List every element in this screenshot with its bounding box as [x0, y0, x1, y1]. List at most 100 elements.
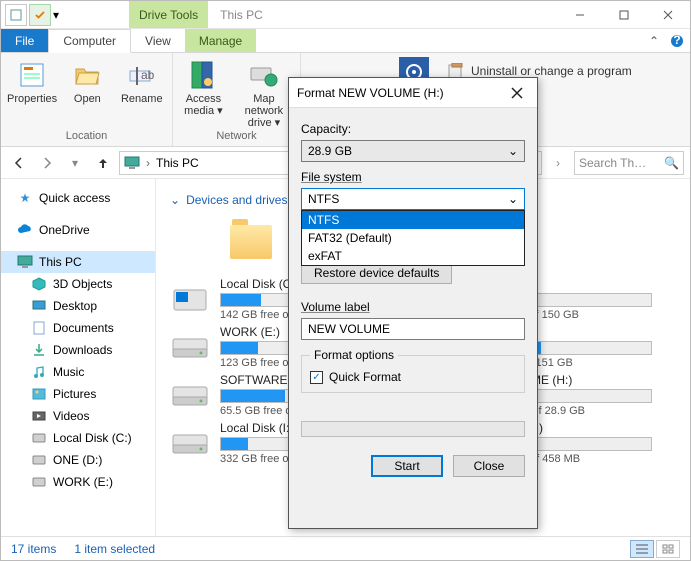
status-item-count: 17 items [11, 542, 56, 556]
filesystem-label: File system [301, 170, 525, 184]
status-selection: 1 item selected [74, 542, 155, 556]
hdd-icon [170, 428, 210, 458]
music-icon [31, 364, 47, 380]
format-options-legend: Format options [310, 348, 398, 362]
search-box[interactable]: Search Th… 🔍 [574, 151, 684, 175]
tree-documents[interactable]: Documents [1, 317, 155, 339]
tree-work-e[interactable]: WORK (E:) [1, 471, 155, 493]
tab-view[interactable]: View [131, 29, 185, 52]
pc-icon [17, 254, 33, 270]
breadcrumb-thispc[interactable]: This PC [156, 156, 199, 170]
fs-option-ntfs[interactable]: NTFS [302, 211, 524, 229]
format-options-group: Format options ✓ Quick Format [301, 348, 525, 393]
qat-checked-button[interactable] [29, 4, 51, 26]
close-button[interactable]: Close [453, 455, 525, 477]
ribbon-group-network-label: Network [179, 130, 294, 142]
quick-format-checkbox[interactable]: ✓ Quick Format [310, 370, 516, 384]
view-large-button[interactable] [656, 540, 680, 558]
tab-manage[interactable]: Manage [185, 29, 256, 52]
chevron-down-icon: ⌄ [508, 144, 518, 158]
cube-icon [31, 276, 47, 292]
tree-local-c[interactable]: Local Disk (C:) [1, 427, 155, 449]
open-icon [71, 59, 103, 91]
filesystem-dropdown: NTFS FAT32 (Default) exFAT [301, 210, 525, 266]
tree-quick-access[interactable]: ★Quick access [1, 187, 155, 209]
ribbon-properties[interactable]: Properties [7, 57, 57, 105]
tree-music[interactable]: Music [1, 361, 155, 383]
close-button[interactable] [646, 1, 690, 28]
quick-access-toolbar: ▾ [1, 1, 65, 28]
view-details-button[interactable] [630, 540, 654, 558]
nav-back[interactable] [7, 151, 31, 175]
status-bar: 17 items 1 item selected [1, 536, 690, 560]
tab-computer[interactable]: Computer [48, 29, 131, 53]
dialog-close-button[interactable] [505, 81, 529, 105]
dialog-title: Format NEW VOLUME (H:) [297, 86, 505, 100]
qat-properties-button[interactable] [5, 4, 27, 26]
tab-file[interactable]: File [1, 29, 48, 52]
fs-option-exfat[interactable]: exFAT [302, 247, 524, 265]
dialog-titlebar: Format NEW VOLUME (H:) [289, 78, 537, 108]
hdd-icon [31, 430, 47, 446]
minimize-button[interactable] [558, 1, 602, 28]
chevron-down-icon: ⌄ [508, 192, 518, 206]
downloads-icon [31, 342, 47, 358]
star-icon: ★ [17, 190, 33, 206]
start-button[interactable]: Start [371, 455, 443, 477]
volume-label-label: Volume label [301, 300, 525, 314]
fs-option-fat32[interactable]: FAT32 (Default) [302, 229, 524, 247]
tree-pictures[interactable]: Pictures [1, 383, 155, 405]
svg-text:?: ? [673, 34, 680, 47]
title-bar: ▾ Drive Tools This PC [1, 1, 690, 29]
nav-recent[interactable]: ▾ [63, 151, 87, 175]
folder-icon[interactable] [230, 225, 272, 259]
help-button[interactable]: ? [664, 29, 690, 52]
search-icon: 🔍 [664, 156, 679, 170]
chevron-right-icon: › [146, 156, 150, 170]
properties-icon [16, 59, 48, 91]
progress-bar [301, 421, 525, 437]
tree-videos[interactable]: Videos [1, 405, 155, 427]
search-placeholder: Search Th… [579, 156, 646, 170]
tree-downloads[interactable]: Downloads [1, 339, 155, 361]
ribbon-open[interactable]: Open [63, 57, 111, 105]
svg-text:ab: ab [141, 68, 155, 82]
tree-one-d[interactable]: ONE (D:) [1, 449, 155, 471]
ribbon-rename[interactable]: ab Rename [118, 57, 166, 105]
window-title: This PC [208, 1, 558, 28]
maximize-button[interactable] [602, 1, 646, 28]
contextual-tab-label: Drive Tools [129, 1, 208, 28]
ribbon-map-network[interactable]: Map network drive ▾ [234, 57, 294, 129]
hdd-icon [170, 380, 210, 410]
capacity-select[interactable]: 28.9 GB ⌄ [301, 140, 525, 162]
window-controls [558, 1, 690, 28]
hdd-icon [170, 284, 210, 314]
documents-icon [31, 320, 47, 336]
nav-up[interactable] [91, 151, 115, 175]
network-drive-icon [248, 59, 280, 91]
ribbon-access-media[interactable]: Access media ▾ [179, 57, 228, 129]
hdd-icon [31, 452, 47, 468]
tree-desktop[interactable]: Desktop [1, 295, 155, 317]
hdd-icon [31, 474, 47, 490]
nav-next-pane[interactable]: › [546, 151, 570, 175]
tree-this-pc[interactable]: This PC [1, 251, 155, 273]
videos-icon [31, 408, 47, 424]
nav-forward[interactable] [35, 151, 59, 175]
ribbon-tabs: File Computer View Manage ⌃ ? [1, 29, 690, 53]
rename-icon: ab [126, 59, 158, 91]
ribbon-group-location-label: Location [7, 130, 166, 142]
pictures-icon [31, 386, 47, 402]
capacity-label: Capacity: [301, 122, 525, 136]
qat-dropdown[interactable]: ▾ [53, 8, 61, 22]
volume-label-input[interactable]: NEW VOLUME [301, 318, 525, 340]
checkbox-checked-icon: ✓ [310, 371, 323, 384]
pc-icon [124, 156, 140, 170]
format-dialog: Format NEW VOLUME (H:) Capacity: 28.9 GB… [288, 77, 538, 529]
filesystem-select[interactable]: NTFS ⌄ NTFS FAT32 (Default) exFAT [301, 188, 525, 210]
tree-3d-objects[interactable]: 3D Objects [1, 273, 155, 295]
chevron-down-icon: ⌄ [170, 193, 180, 207]
hdd-icon [170, 332, 210, 362]
tree-onedrive[interactable]: OneDrive [1, 219, 155, 241]
ribbon-collapse[interactable]: ⌃ [644, 29, 664, 52]
